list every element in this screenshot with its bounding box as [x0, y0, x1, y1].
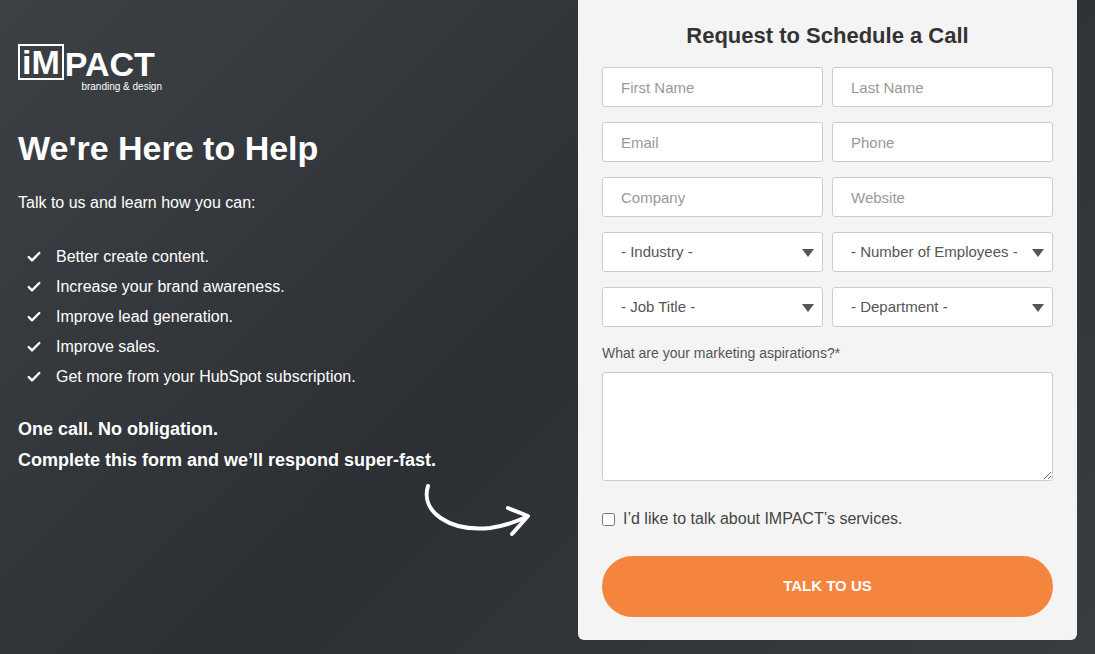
select-field[interactable]: - Department -: [832, 287, 1053, 327]
select-field[interactable]: - Number of Employees -: [832, 232, 1053, 272]
dropdown-arrow-icon: [1032, 249, 1044, 257]
benefit-list: Better create content.Increase your bran…: [18, 242, 578, 392]
submit-button[interactable]: TALK TO US: [602, 556, 1053, 617]
text-input[interactable]: [602, 177, 823, 217]
check-icon: [26, 369, 42, 385]
hero: iMPACTbranding & design We're Here to Hel…: [0, 0, 578, 654]
services-checkbox[interactable]: [602, 513, 615, 526]
check-icon: [26, 279, 42, 295]
textarea-label: What are your marketing aspirations?*: [602, 343, 1053, 363]
logo: iMPACTbranding & design: [18, 44, 168, 93]
check-icon: [26, 339, 42, 355]
select-label: - Department -: [851, 296, 948, 319]
text-input[interactable]: [832, 177, 1053, 217]
benefit-item: Improve sales.: [18, 332, 578, 362]
benefit-item: Increase your brand awareness.: [18, 272, 578, 302]
page: iMPACTbranding & design We're Here to Hel…: [0, 0, 1095, 654]
select-label: - Number of Employees -: [851, 241, 1018, 264]
dropdown-arrow-icon: [802, 249, 814, 257]
dropdown-arrow-icon: [802, 304, 814, 312]
closing-line: Complete this form and we’ll respond sup…: [18, 445, 578, 476]
check-icon: [26, 309, 42, 325]
hero-intro: Talk to us and learn how you can:: [18, 191, 578, 215]
closing: One call. No obligation.Complete this fo…: [18, 414, 578, 476]
logo-text: PACT: [65, 48, 155, 80]
check-icon: [26, 249, 42, 265]
dropdown-arrow-icon: [1032, 304, 1044, 312]
benefit-item: Improve lead generation.: [18, 302, 578, 332]
services-checkbox-row[interactable]: I’d like to talk about IMPACT’s services…: [602, 507, 1053, 531]
logo-box: iM: [18, 44, 64, 80]
text-input[interactable]: [832, 122, 1053, 162]
select-field[interactable]: - Job Title -: [602, 287, 823, 327]
benefit-item: Better create content.: [18, 242, 578, 272]
select-label: - Industry -: [621, 241, 693, 264]
logo-tagline: branding & design: [81, 81, 162, 93]
text-input[interactable]: [602, 67, 823, 107]
form-panel: Request to Schedule a Call- Industry -- …: [578, 0, 1077, 640]
hero-title: We're Here to Help: [18, 128, 578, 168]
text-input[interactable]: [602, 122, 823, 162]
curved-arrow-icon: [420, 482, 535, 544]
text-input[interactable]: [832, 67, 1053, 107]
field-grid: - Industry - - Number of Employees - - Job…: [602, 67, 1053, 327]
form-title: Request to Schedule a Call: [602, 22, 1053, 50]
select-field[interactable]: - Industry -: [602, 232, 823, 272]
closing-line: One call. No obligation.: [18, 414, 578, 445]
aspirations-textarea[interactable]: [602, 372, 1053, 481]
select-label: - Job Title -: [621, 296, 695, 319]
benefit-item: Get more from your HubSpot subscription.: [18, 362, 578, 392]
